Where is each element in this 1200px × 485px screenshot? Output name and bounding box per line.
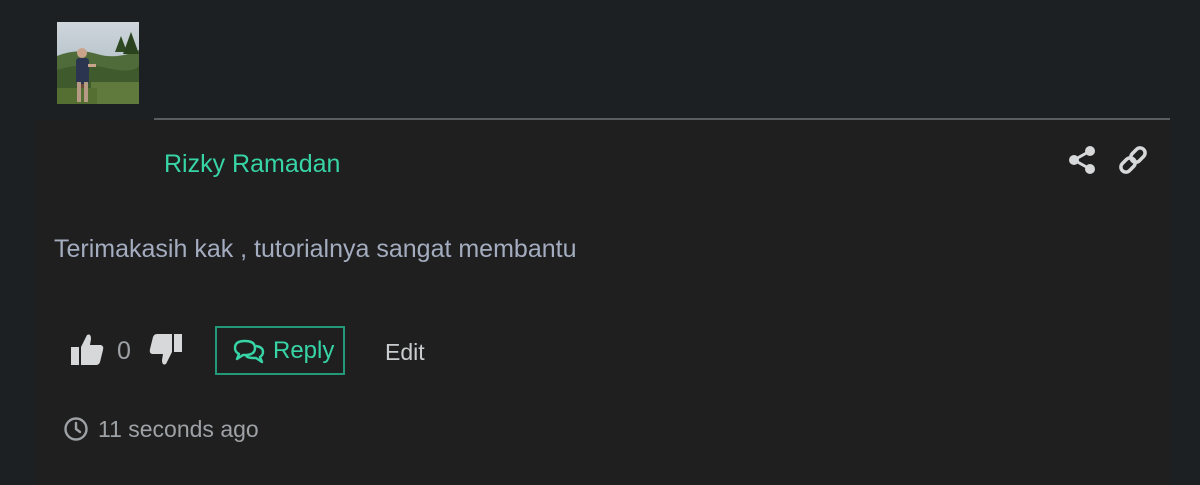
divider [154,118,1170,120]
author-name[interactable]: Rizky Ramadan [164,146,340,182]
thumbs-down-icon[interactable] [146,330,184,368]
share-icon[interactable] [1066,144,1098,176]
link-icon[interactable] [1117,144,1149,176]
chat-bubbles-icon [233,338,265,364]
reply-button[interactable]: Reply [215,326,345,375]
reply-label: Reply [273,336,335,364]
avatar[interactable] [57,22,139,104]
vote-count: 0 [117,337,131,365]
comment-text: Terimakasih kak , tutorialnya sangat mem… [54,235,577,263]
timestamp: 11 seconds ago [98,416,259,442]
thumbs-up-icon[interactable] [69,331,107,369]
edit-link[interactable]: Edit [385,336,425,368]
clock-icon [63,416,89,442]
